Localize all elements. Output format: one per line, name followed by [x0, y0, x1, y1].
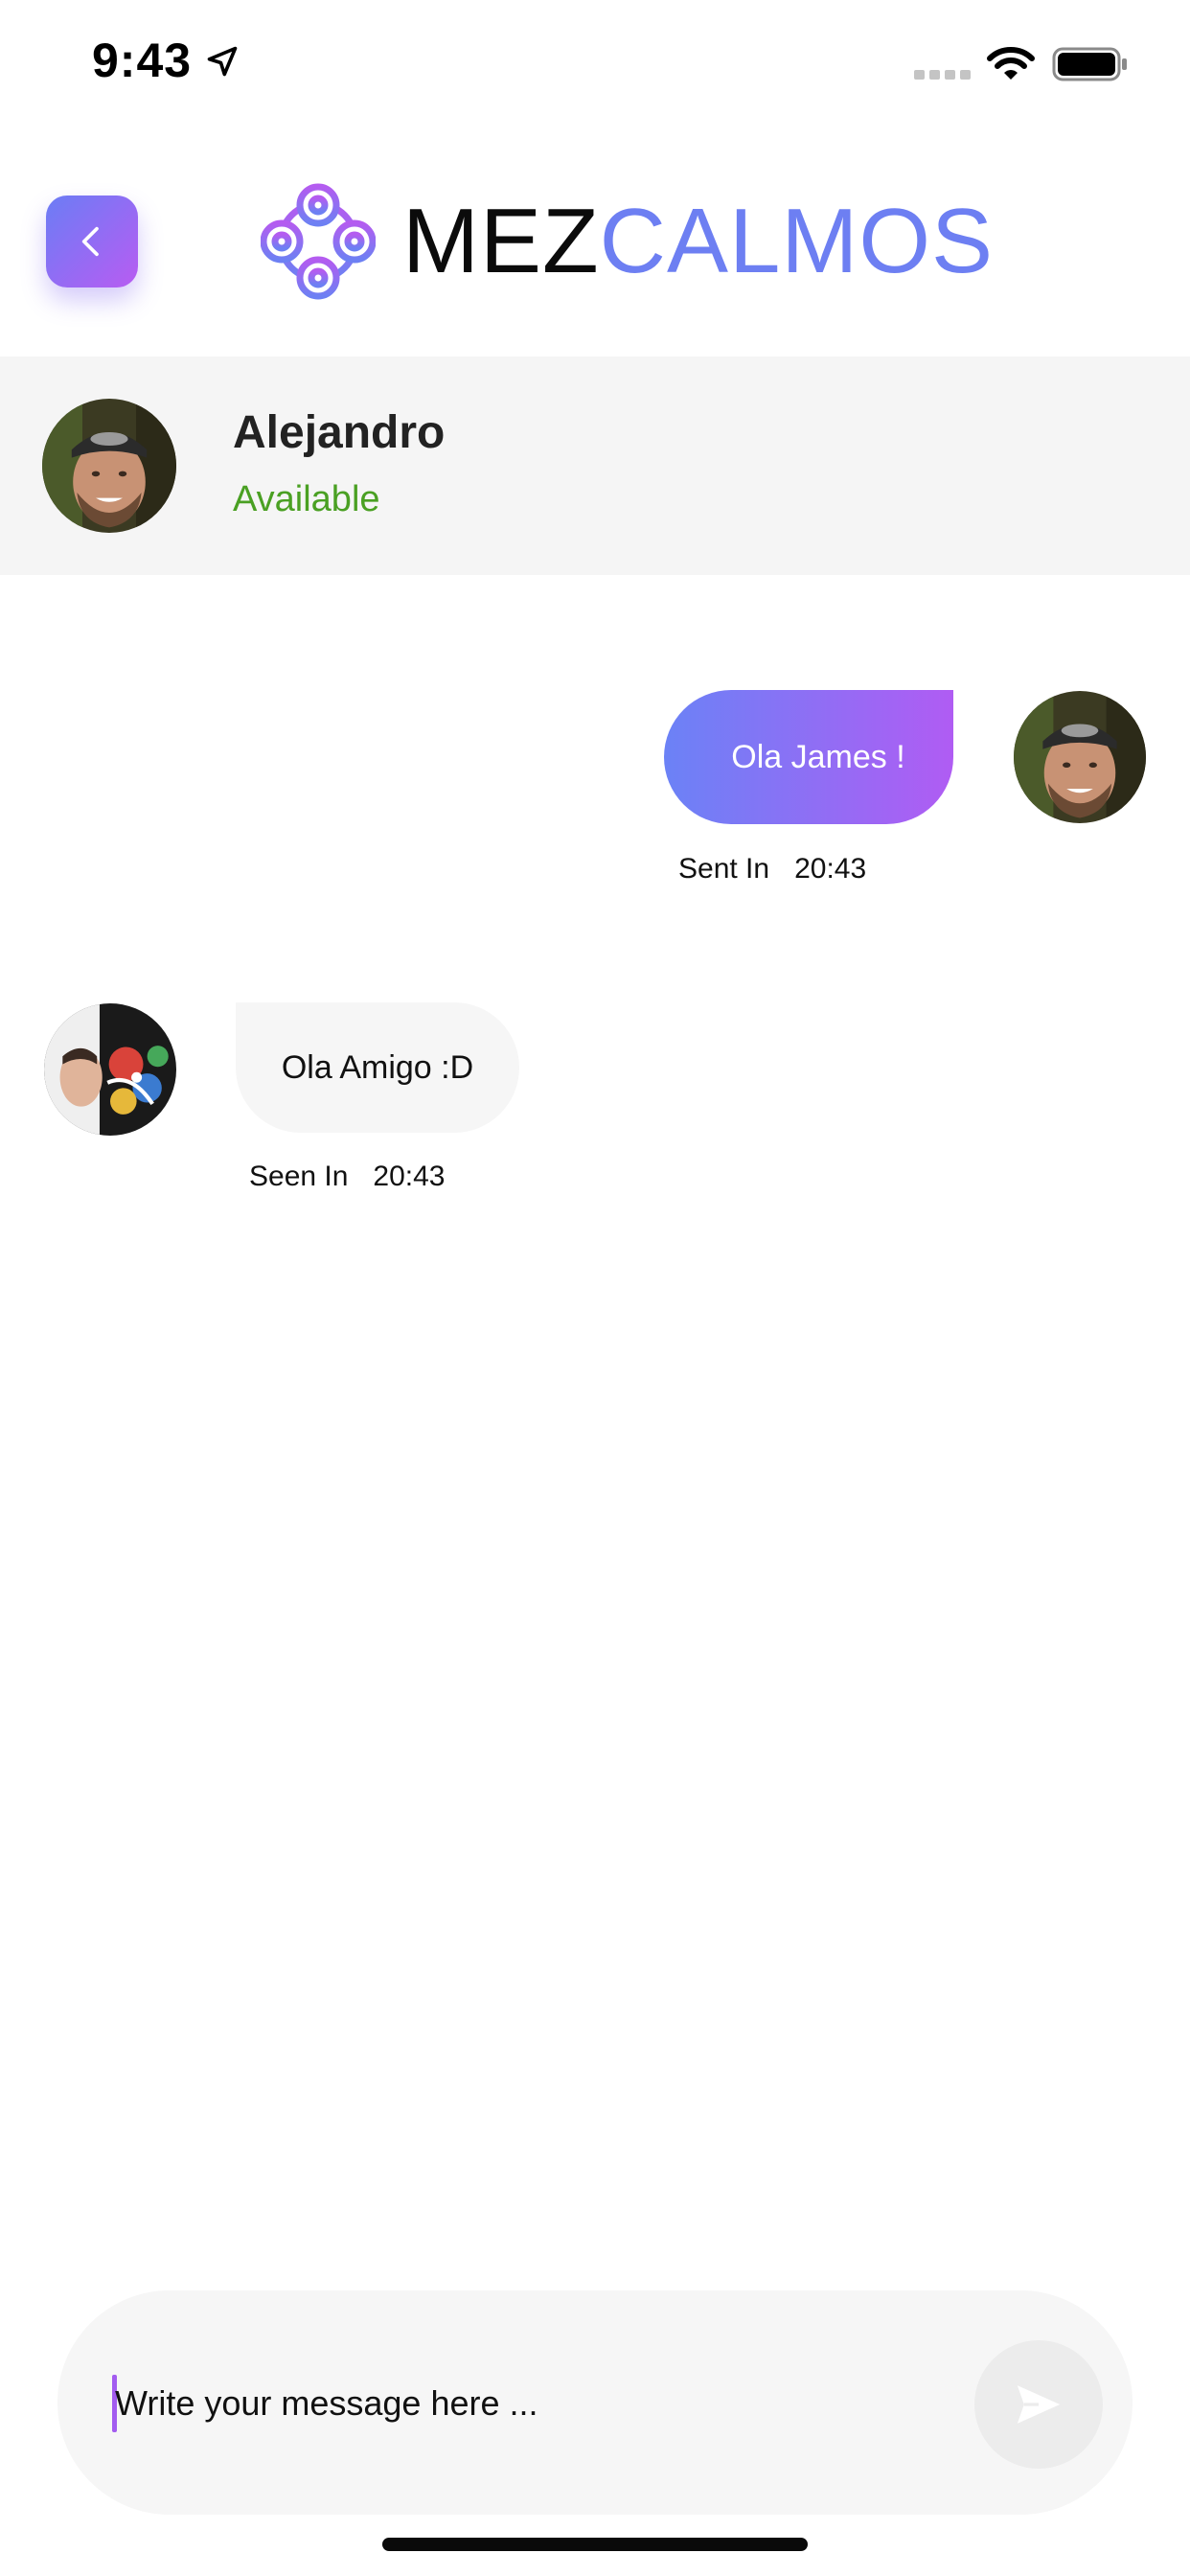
chat-screen: 9:43 MEZCALMOS Alejandro Available Ola J…: [0, 0, 1190, 2576]
logo-text-accent: CALMOS: [599, 190, 995, 292]
contact-bar: Alejandro Available: [0, 356, 1190, 575]
contact-photo: [42, 399, 176, 533]
location-arrow-icon: [207, 46, 238, 77]
sender-avatar: [1014, 691, 1146, 823]
message-composer: [57, 2290, 1133, 2515]
outgoing-message-bubble[interactable]: Ola James !: [664, 690, 953, 824]
incoming-message-bubble[interactable]: Ola Amigo :D: [236, 1002, 519, 1133]
send-button[interactable]: [974, 2340, 1103, 2469]
home-indicator: [382, 2538, 808, 2551]
sent-time: 20:43: [794, 853, 867, 885]
status-bar: 9:43: [0, 0, 1190, 134]
outgoing-message-text: Ola James !: [731, 738, 905, 775]
mezcalmos-logo-icon: [261, 183, 376, 300]
contact-name: Alejandro: [233, 407, 446, 458]
logo-text-dark: MEZ: [402, 190, 600, 292]
chevron-left-icon: [81, 226, 99, 257]
recipient-photo: [44, 1003, 176, 1136]
wifi-icon: [987, 47, 1035, 80]
seen-time: 20:43: [373, 1161, 446, 1192]
sender-photo: [1014, 691, 1146, 823]
message-input[interactable]: [115, 2363, 958, 2444]
sent-label: Sent In: [678, 853, 770, 885]
status-time: 9:43: [92, 34, 193, 87]
incoming-message-meta: Seen In 20:43: [249, 1161, 446, 1193]
send-icon: [1017, 2385, 1061, 2424]
incoming-message-text: Ola Amigo :D: [281, 1048, 474, 1086]
contact-avatar[interactable]: [42, 399, 176, 533]
back-button[interactable]: [46, 196, 138, 288]
seen-label: Seen In: [249, 1161, 349, 1192]
recipient-avatar: [44, 1003, 176, 1136]
app-logo-text: MEZCALMOS: [402, 194, 994, 289]
contact-status: Available: [233, 479, 380, 519]
outgoing-message-meta: Sent In 20:43: [678, 853, 866, 886]
signal-icon: [914, 70, 971, 80]
battery-icon: [1052, 47, 1127, 81]
app-header: MEZCALMOS: [0, 153, 1190, 355]
